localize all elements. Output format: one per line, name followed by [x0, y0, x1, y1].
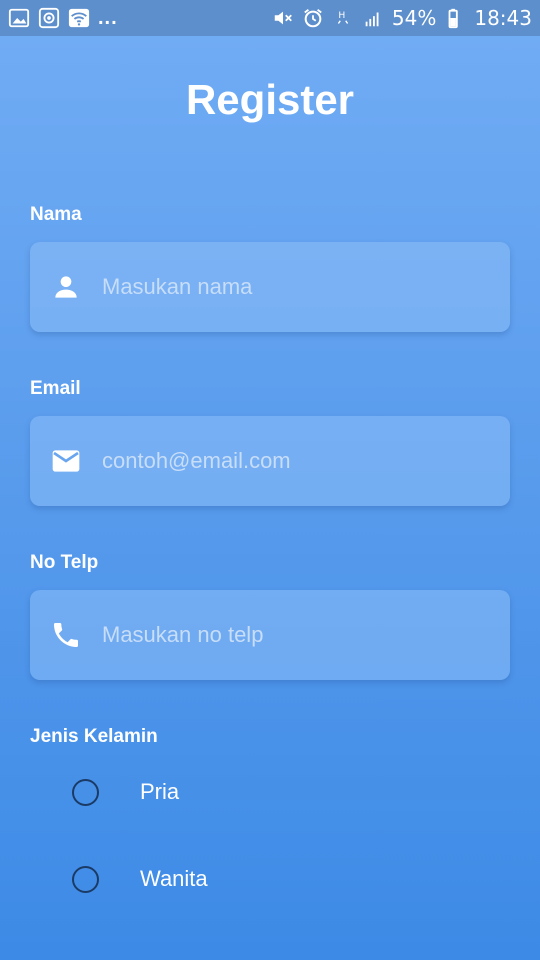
screenshot-icon [38, 7, 60, 29]
nama-input[interactable] [102, 242, 492, 332]
phone-icon [50, 619, 82, 651]
page-title: Register [185, 76, 355, 123]
mail-icon [50, 445, 82, 477]
status-bar-right: H 54% 18:43 [272, 6, 532, 30]
status-bar-left: ... [8, 7, 118, 30]
person-icon [50, 271, 82, 303]
radio-option-wanita[interactable]: Wanita [72, 864, 208, 894]
radio-option-pria[interactable]: Pria [72, 777, 179, 807]
image-icon [8, 7, 30, 29]
nama-label: Nama [30, 204, 82, 225]
battery-icon [444, 7, 466, 29]
clock-time: 18:43 [474, 6, 532, 30]
nama-field[interactable] [30, 242, 510, 332]
wifi-icon [68, 7, 90, 29]
status-bar: ... H 54% 18:43 [0, 0, 540, 36]
mute-icon [272, 7, 294, 29]
email-input[interactable] [102, 416, 492, 506]
email-label: Email [30, 378, 81, 399]
radio-label-wanita: Wanita [140, 866, 208, 891]
signal-icon [362, 7, 384, 29]
alarm-icon [302, 7, 324, 29]
network-h-icon: H [332, 7, 354, 29]
telp-input[interactable] [102, 590, 492, 680]
svg-text:H: H [338, 10, 345, 21]
notification-overflow: ... [98, 6, 118, 29]
telp-label: No Telp [30, 552, 99, 573]
radio-button-pria[interactable] [72, 778, 99, 806]
battery-percent: 54% [391, 6, 437, 30]
radio-button-wanita[interactable] [72, 865, 99, 893]
email-field[interactable] [30, 416, 510, 506]
radio-label-pria: Pria [140, 779, 180, 804]
telp-field[interactable] [30, 590, 510, 680]
gender-label: Jenis Kelamin [30, 726, 158, 747]
